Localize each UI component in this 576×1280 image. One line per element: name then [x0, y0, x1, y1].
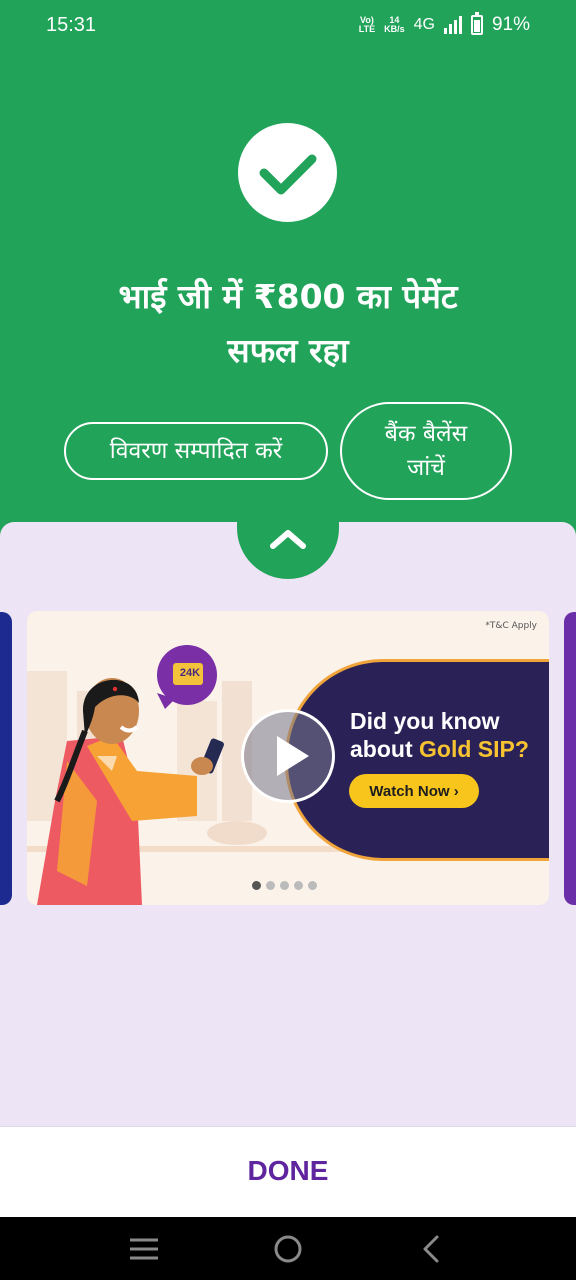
play-button[interactable]: [241, 709, 335, 803]
status-time: 15:31: [46, 14, 97, 36]
carousel-dot[interactable]: [308, 881, 317, 890]
carousel-card-next[interactable]: [564, 612, 576, 905]
gold-sip-banner[interactable]: 24K *T&C Apply Did you know about Gold S…: [27, 611, 549, 905]
play-icon: [277, 736, 309, 776]
status-bar: 15:31 Vo) LTE 14 KB/s 4G 91%: [0, 0, 576, 54]
volte-indicator: Vo) LTE: [358, 15, 376, 34]
home-icon[interactable]: [268, 1229, 308, 1269]
status-icons: Vo) LTE 14 KB/s 4G 91%: [358, 12, 530, 36]
carousel-dot[interactable]: [266, 881, 275, 890]
carousel-dot[interactable]: [280, 881, 289, 890]
signal-icon: [443, 16, 462, 34]
edit-details-button[interactable]: विवरण सम्पादित करें: [64, 422, 328, 480]
success-check-circle: [238, 123, 337, 222]
payment-status-title: भाई जी में ₹800 का पेमेंट सफल रहा: [118, 277, 458, 370]
carousel-card-previous[interactable]: [0, 612, 12, 905]
carousel-dot[interactable]: [252, 881, 261, 890]
done-bar: DONE: [0, 1126, 576, 1218]
battery-icon: [470, 12, 483, 35]
watch-now-button[interactable]: Watch Now ›: [349, 774, 479, 808]
check-balance-button[interactable]: बैंक बैलेंस जांचें: [340, 402, 512, 500]
tnc-label: *T&C Apply: [485, 621, 537, 631]
done-button[interactable]: DONE: [0, 1155, 576, 1187]
gold-badge-text: 24K: [179, 667, 201, 679]
check-icon: [259, 154, 317, 195]
carousel-dot[interactable]: [294, 881, 303, 890]
battery-percent: 91%: [491, 14, 530, 35]
carousel-indicator: [252, 881, 317, 890]
chevron-up-icon: [270, 530, 306, 549]
back-icon[interactable]: [412, 1229, 452, 1269]
promo-line-1: Did you know: [350, 708, 500, 734]
woman-illustration: [37, 645, 224, 905]
system-nav-bar: [0, 1217, 576, 1280]
promo-line-2: about Gold SIP?: [350, 736, 529, 762]
network-type: 4G: [413, 16, 435, 33]
data-speed: 14 KB/s: [384, 15, 405, 34]
menu-icon[interactable]: [124, 1229, 164, 1269]
